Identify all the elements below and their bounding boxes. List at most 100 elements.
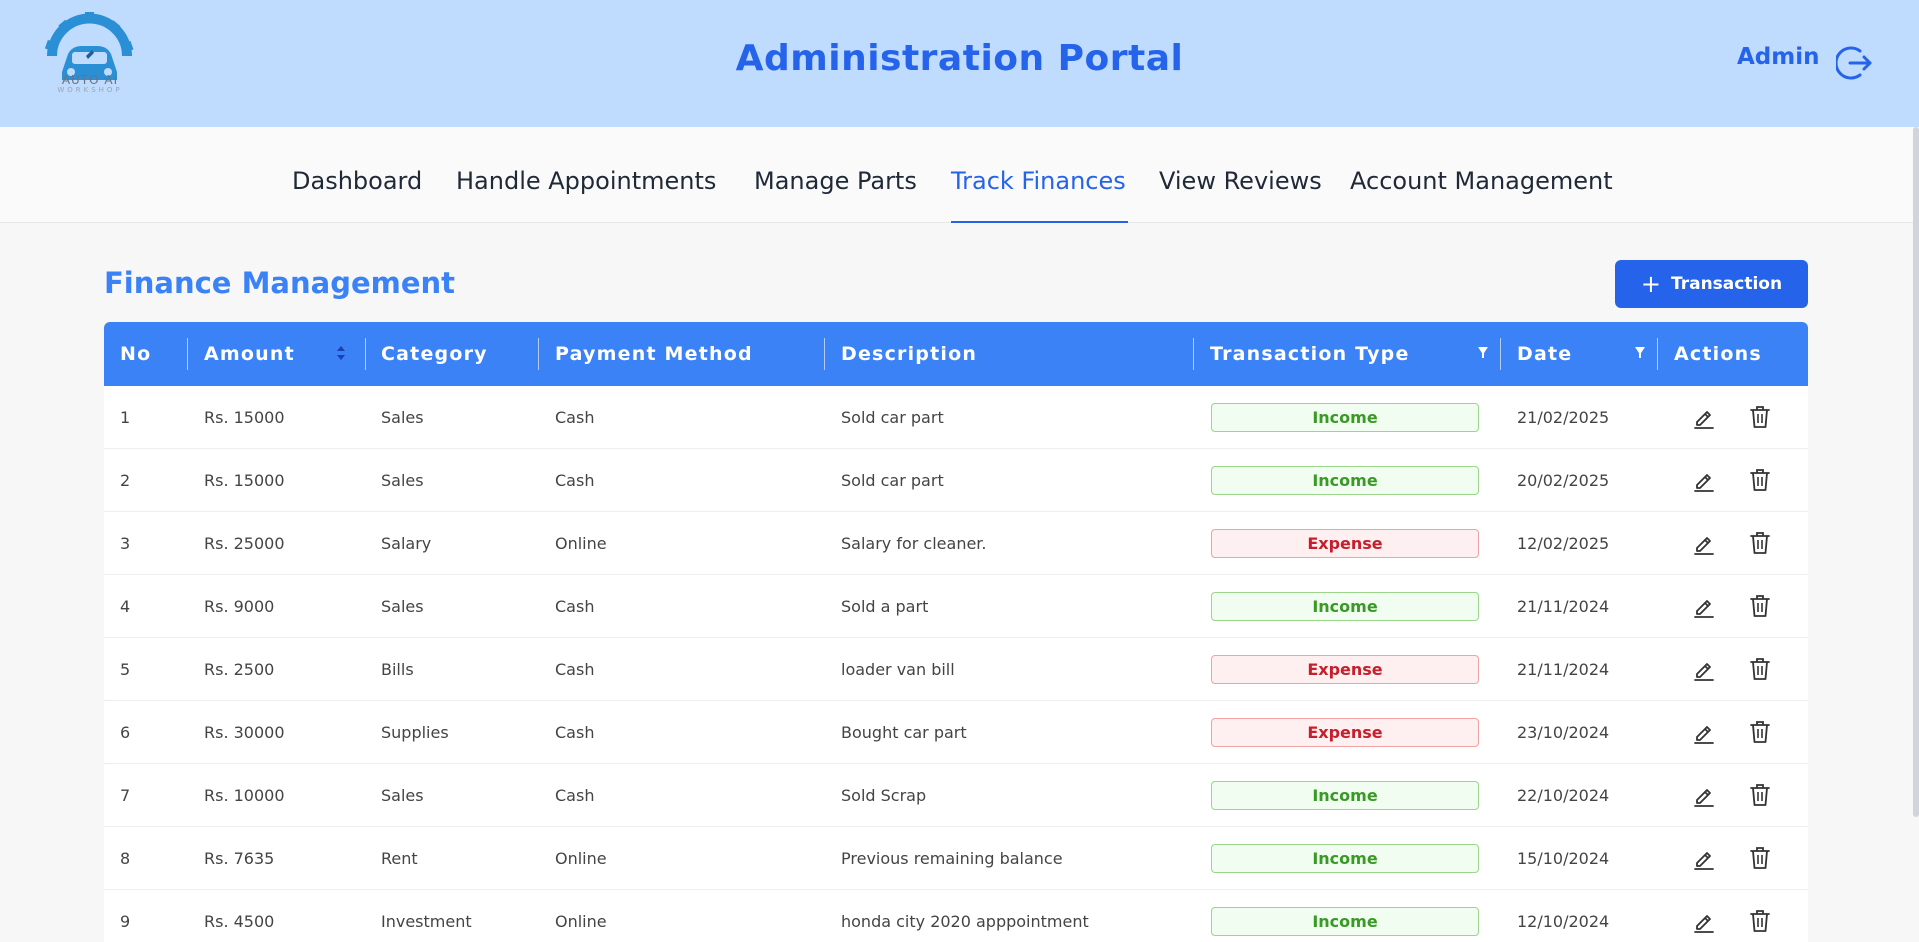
edit-icon[interactable] [1691, 593, 1717, 619]
cell-date: 21/11/2024 [1517, 659, 1610, 679]
delete-icon[interactable] [1747, 908, 1773, 934]
cell-amount: Rs. 15000 [204, 470, 285, 490]
delete-icon[interactable] [1747, 404, 1773, 430]
cell-date: 12/10/2024 [1517, 911, 1610, 931]
edit-icon[interactable] [1691, 845, 1717, 871]
edit-icon[interactable] [1691, 908, 1717, 934]
column-divider[interactable] [1500, 338, 1501, 370]
admin-user-label[interactable]: Admin [1737, 44, 1820, 70]
transaction-type-badge: Expense [1211, 655, 1479, 684]
column-actions: Actions [1674, 343, 1762, 365]
cell-amount: Rs. 4500 [204, 911, 275, 931]
table-header: No Amount Category Payment Method Descri… [104, 322, 1808, 386]
add-transaction-label: Transaction [1671, 274, 1783, 294]
nav-account-management[interactable]: Account Management [1350, 167, 1613, 195]
transaction-type-badge: Expense [1211, 529, 1479, 558]
cell-description: loader van bill [841, 659, 955, 679]
page-scrollbar[interactable] [1913, 127, 1919, 817]
cell-description: Sold car part [841, 470, 944, 490]
nav-manage-parts[interactable]: Manage Parts [754, 167, 917, 195]
column-divider[interactable] [1657, 338, 1658, 370]
table-row: 9 Rs. 4500 Investment Online honda city 2020… [104, 890, 1808, 942]
cell-date: 22/10/2024 [1517, 785, 1610, 805]
cell-amount: Rs. 15000 [204, 407, 285, 427]
cell-amount: Rs. 7635 [204, 848, 275, 868]
cell-amount: Rs. 2500 [204, 659, 275, 679]
column-date[interactable]: Date [1517, 322, 1572, 386]
nav-dashboard[interactable]: Dashboard [292, 167, 422, 195]
cell-amount: Rs. 10000 [204, 785, 285, 805]
column-divider[interactable] [365, 338, 366, 370]
cell-no: 5 [120, 659, 131, 679]
logout-icon[interactable] [1836, 44, 1874, 82]
cell-category: Sales [381, 407, 424, 427]
column-payment-method[interactable]: Payment Method [555, 322, 753, 386]
delete-icon[interactable] [1747, 467, 1773, 493]
column-category[interactable]: Category [381, 322, 488, 386]
cell-description: Sold car part [841, 407, 944, 427]
delete-icon[interactable] [1747, 530, 1773, 556]
column-transaction-type[interactable]: Transaction Type [1210, 322, 1410, 386]
table-row: 6 Rs. 30000 Supplies Cash Bought car part 23/… [104, 701, 1808, 764]
cell-category: Sales [381, 470, 424, 490]
cell-amount: Rs. 30000 [204, 722, 285, 742]
cell-no: 1 [120, 407, 131, 427]
nav-track-finances[interactable]: Track Finances [951, 167, 1126, 195]
delete-icon[interactable] [1747, 719, 1773, 745]
cell-description: Bought car part [841, 722, 967, 742]
table-row: 2 Rs. 15000 Sales Cash Sold car part 20/02/20… [104, 449, 1808, 512]
edit-icon[interactable] [1691, 719, 1717, 745]
cell-date: 15/10/2024 [1517, 848, 1610, 868]
nav-view-reviews[interactable]: View Reviews [1159, 167, 1322, 195]
column-divider[interactable] [824, 338, 825, 370]
filter-icon[interactable] [1634, 346, 1646, 360]
column-amount[interactable]: Amount [204, 322, 295, 386]
edit-icon[interactable] [1691, 467, 1717, 493]
column-divider[interactable] [538, 338, 539, 370]
cell-description: honda city 2020 apppointment [841, 911, 1089, 931]
cell-no: 2 [120, 470, 131, 490]
cell-date: 21/11/2024 [1517, 596, 1610, 616]
edit-icon[interactable] [1691, 404, 1717, 430]
top-header: AUTO AI WORKSHOP Administration Portal A… [0, 0, 1919, 127]
column-no[interactable]: No [120, 322, 151, 386]
cell-payment-method: Cash [555, 407, 595, 427]
plus-icon: + [1640, 270, 1661, 298]
cell-category: Sales [381, 596, 424, 616]
active-tab-indicator [951, 221, 1128, 223]
transaction-type-badge: Income [1211, 592, 1479, 621]
table-row: 4 Rs. 9000 Sales Cash Sold a part 21/11/2024 I… [104, 575, 1808, 638]
edit-icon[interactable] [1691, 530, 1717, 556]
cell-payment-method: Cash [555, 596, 595, 616]
cell-category: Rent [381, 848, 418, 868]
edit-icon[interactable] [1691, 782, 1717, 808]
delete-icon[interactable] [1747, 656, 1773, 682]
cell-payment-method: Online [555, 848, 607, 868]
filter-icon[interactable] [1477, 346, 1489, 360]
logo-subtext: WORKSHOP [57, 86, 123, 94]
delete-icon[interactable] [1747, 593, 1773, 619]
column-divider[interactable] [187, 338, 188, 370]
cell-category: Salary [381, 533, 432, 553]
add-transaction-button[interactable]: + Transaction [1615, 260, 1808, 308]
cell-date: 12/02/2025 [1517, 533, 1610, 553]
delete-icon[interactable] [1747, 845, 1773, 871]
column-description[interactable]: Description [841, 322, 977, 386]
cell-payment-method: Online [555, 911, 607, 931]
column-divider[interactable] [1193, 338, 1194, 370]
table-body: 1 Rs. 15000 Sales Cash Sold car part 21/02/20… [104, 386, 1808, 942]
table-row: 8 Rs. 7635 Rent Online Previous remaining ba… [104, 827, 1808, 890]
sort-icon[interactable] [336, 344, 346, 362]
finance-table: No Amount Category Payment Method Descri… [104, 322, 1808, 942]
delete-icon[interactable] [1747, 782, 1773, 808]
cell-no: 7 [120, 785, 131, 805]
cell-no: 6 [120, 722, 131, 742]
cell-date: 23/10/2024 [1517, 722, 1610, 742]
table-row: 5 Rs. 2500 Bills Cash loader van bill 21/11/2… [104, 638, 1808, 701]
main-nav: Dashboard Handle Appointments Manage Par… [0, 127, 1919, 223]
nav-handle-appointments[interactable]: Handle Appointments [456, 167, 716, 195]
cell-no: 8 [120, 848, 131, 868]
edit-icon[interactable] [1691, 656, 1717, 682]
transaction-type-badge: Income [1211, 466, 1479, 495]
cell-category: Investment [381, 911, 472, 931]
